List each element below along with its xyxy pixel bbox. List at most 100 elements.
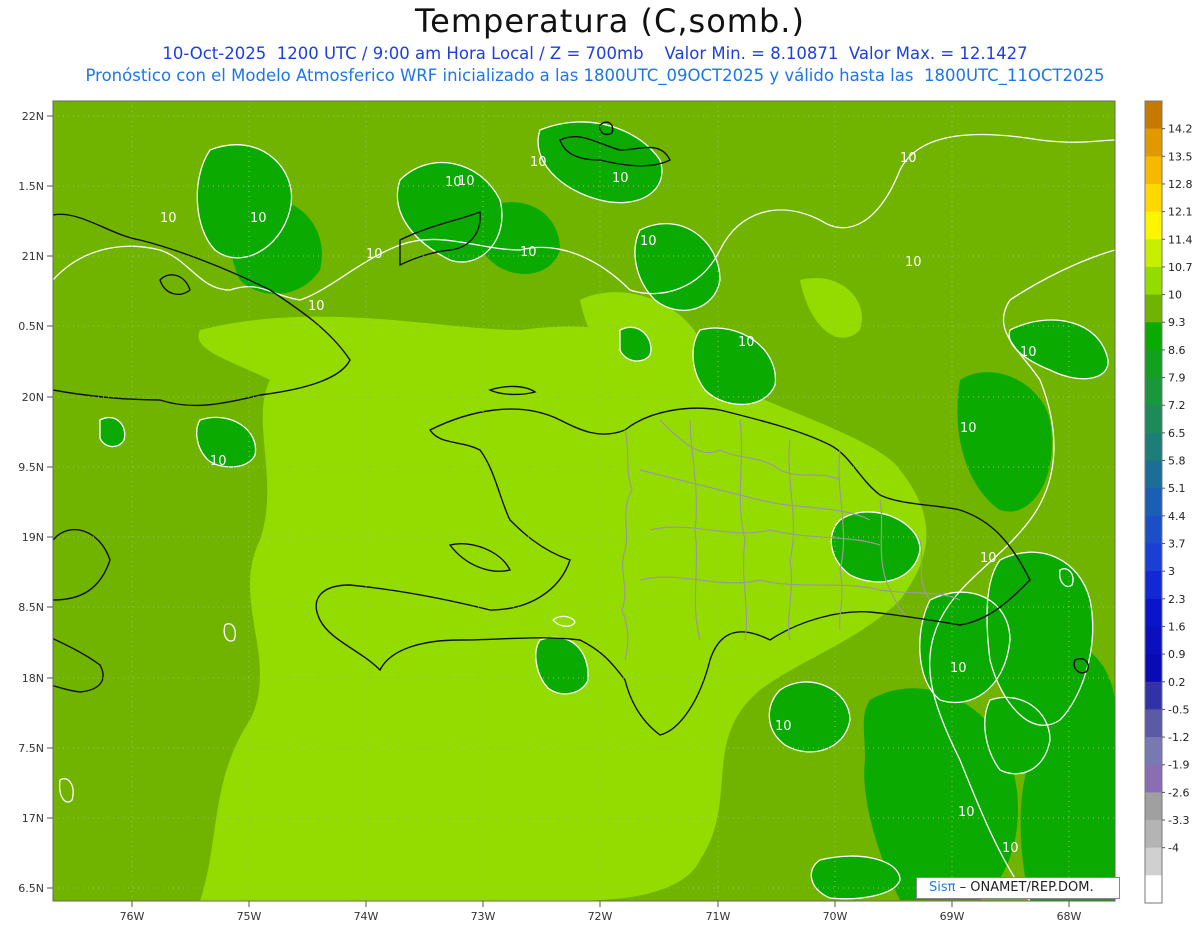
contour-label: 10 xyxy=(950,661,967,676)
lat-tick-label: 19N xyxy=(22,531,44,544)
colorbar-label: 3 xyxy=(1168,565,1175,578)
colorbar-swatch xyxy=(1145,847,1162,876)
colorbar-swatch xyxy=(1145,875,1162,904)
colorbar-swatch xyxy=(1145,515,1162,544)
contour-label: 10 xyxy=(775,719,792,734)
lat-tick-label: 18N xyxy=(22,672,44,685)
colorbar-swatch xyxy=(1145,764,1162,793)
colorbar-label: -1.9 xyxy=(1168,759,1189,772)
lon-tick-label: 76W xyxy=(120,910,145,923)
colorbar-swatch xyxy=(1145,294,1162,323)
colorbar-label: 7.9 xyxy=(1168,372,1186,385)
colorbar-swatch xyxy=(1145,654,1162,683)
colorbar-swatch xyxy=(1145,571,1162,600)
colorbar-swatch xyxy=(1145,681,1162,710)
latitude-axis: 22N 1.5N 21N 0.5N 20N 9.5N 19N 8.5N 18N 7.5N 17N 6.… xyxy=(18,110,53,895)
colorbar-label: -2.6 xyxy=(1168,786,1189,799)
colorbar-label: 8.6 xyxy=(1168,344,1186,357)
lat-tick-label: 8.5N xyxy=(18,601,44,614)
lon-tick-label: 71W xyxy=(706,910,731,923)
colorbar-swatch xyxy=(1145,128,1162,157)
contour-label: 10 xyxy=(738,335,755,350)
credit-text: – ONAMET/REP.DOM. xyxy=(955,880,1094,895)
sispi-logo-text: Sisπ xyxy=(929,880,956,895)
colorbar-swatch xyxy=(1145,266,1162,296)
contour-label: 10 xyxy=(980,551,997,566)
colorbar-swatch xyxy=(1145,183,1162,213)
contour-label: 10 xyxy=(458,174,475,189)
colorbar-swatch xyxy=(1145,322,1162,351)
colorbar-label: 3.7 xyxy=(1168,537,1186,550)
lat-tick-label: 1.5N xyxy=(18,180,44,193)
contour-label: 10 xyxy=(210,454,227,469)
longitude-axis: 76W 75W 74W 73W 72W 71W 70W 69W 68W xyxy=(120,901,1082,923)
colorbar-label: 0.9 xyxy=(1168,648,1186,661)
lat-tick-label: 9.5N xyxy=(18,461,44,474)
colorbar-label: -1.2 xyxy=(1168,731,1189,744)
colorbar-swatch xyxy=(1145,239,1162,268)
colorbar-label: 14.2 xyxy=(1168,123,1193,136)
contour-label: 10 xyxy=(1002,841,1019,856)
temperature-map: 10 10 10 10 10 10 10 10 10 10 10 10 10 10 10 10 10 10 10 10… xyxy=(18,100,1193,923)
contour-label: 10 xyxy=(960,421,977,436)
contour-label: 10 xyxy=(250,211,267,226)
temperature-field: 10 10 10 10 10 10 10 10 10 10 10 10 10 10 10 10 10 10 10 10… xyxy=(53,101,1115,901)
colorbar-swatch xyxy=(1145,460,1162,489)
lon-tick-label: 69W xyxy=(940,910,965,923)
lon-tick-label: 72W xyxy=(588,910,613,923)
colorbar-swatch xyxy=(1145,792,1162,821)
colorbar-label: 12.1 xyxy=(1168,206,1193,219)
contour-label: 10 xyxy=(905,255,922,270)
lon-tick-label: 68W xyxy=(1057,910,1082,923)
lat-tick-label: 6.5N xyxy=(18,882,44,895)
colorbar-label: 9.3 xyxy=(1168,316,1186,329)
lon-tick-label: 70W xyxy=(823,910,848,923)
contour-label: 10 xyxy=(1020,345,1037,360)
colorbar-label: 2.3 xyxy=(1168,593,1186,606)
lat-tick-label: 22N xyxy=(22,110,44,123)
colorbar-swatch xyxy=(1145,156,1162,185)
lat-tick-label: 20N xyxy=(22,391,44,404)
lat-tick-label: 21N xyxy=(22,250,44,263)
lat-tick-label: 17N xyxy=(22,812,44,825)
colorbar-label: 0.2 xyxy=(1168,676,1186,689)
contour-label: 10 xyxy=(160,211,177,226)
colorbar-swatch xyxy=(1145,598,1162,627)
colorbar-swatch xyxy=(1145,737,1162,766)
contour-label: 10 xyxy=(520,245,537,260)
colorbar-label: 7.2 xyxy=(1168,399,1186,412)
colorbar-label: 13.5 xyxy=(1168,150,1193,163)
contour-label: 10 xyxy=(640,234,657,249)
lon-tick-label: 74W xyxy=(354,910,379,923)
contour-label: 10 xyxy=(612,171,629,186)
contour-label: 10 xyxy=(366,247,383,262)
colorbar-label: 1.6 xyxy=(1168,620,1186,633)
colorbar-label: 5.8 xyxy=(1168,455,1186,468)
lat-tick-label: 0.5N xyxy=(18,320,44,333)
colorbar-swatch xyxy=(1145,211,1162,240)
colorbar-swatch xyxy=(1145,405,1162,434)
colorbar-label: 11.4 xyxy=(1168,233,1193,246)
colorbar-label: -0.5 xyxy=(1168,703,1189,716)
contour-label: 10 xyxy=(900,151,917,166)
colorbar-label: 5.1 xyxy=(1168,482,1186,495)
colorbar-label: 6.5 xyxy=(1168,427,1186,440)
contour-label: 10 xyxy=(308,299,325,314)
colorbar-swatch xyxy=(1145,101,1162,130)
contour-label: 10 xyxy=(958,805,975,820)
colorbar-label: 4.4 xyxy=(1168,510,1186,523)
lon-tick-label: 73W xyxy=(471,910,496,923)
colorbar: 14.2 13.5 12.8 12.1 11.4 10.7 10 9.3 8.6 7.9 7.2 6.… xyxy=(1144,100,1193,904)
colorbar-swatch xyxy=(1145,820,1162,849)
colorbar-swatch xyxy=(1145,709,1162,738)
lon-tick-label: 75W xyxy=(237,910,262,923)
lat-tick-label: 7.5N xyxy=(18,742,44,755)
contour-label: 10 xyxy=(530,155,547,170)
colorbar-label: 10.7 xyxy=(1168,261,1193,274)
colorbar-label: 12.8 xyxy=(1168,178,1193,191)
colorbar-swatch xyxy=(1145,432,1162,462)
colorbar-swatch xyxy=(1145,349,1162,379)
credit-box: Sisπ – ONAMET/REP.DOM. xyxy=(916,877,1120,899)
colorbar-label: -3.3 xyxy=(1168,814,1189,827)
colorbar-swatch xyxy=(1145,626,1162,655)
